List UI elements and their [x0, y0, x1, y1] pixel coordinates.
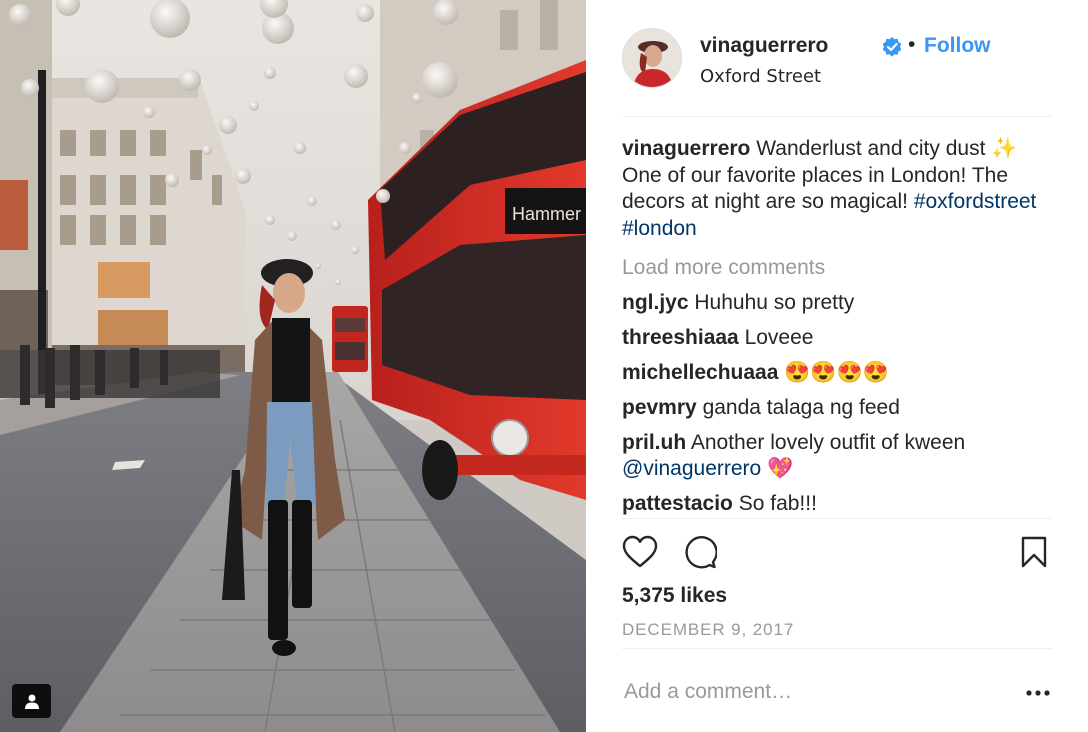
- hashtag-link[interactable]: #london: [622, 217, 697, 240]
- load-more-comments-button[interactable]: Load more comments: [622, 255, 1052, 281]
- comment-username[interactable]: pevmry: [622, 396, 697, 419]
- comment-username[interactable]: pattestacio: [622, 492, 733, 515]
- bus-destination-sign: Hammer: [512, 204, 581, 224]
- post-header: vinaguerrero • Follow Oxford Street: [622, 0, 1052, 117]
- mention-link[interactable]: @vinaguerrero: [622, 457, 761, 480]
- post-location[interactable]: Oxford Street: [700, 66, 821, 87]
- follow-button[interactable]: Follow: [924, 34, 991, 58]
- comment-item: pevmry ganda talaga ng feed: [622, 395, 1052, 421]
- hashtag-link[interactable]: #oxfordstreet: [914, 190, 1037, 213]
- comment-text: Huhuhu so pretty: [694, 291, 855, 314]
- more-options-icon[interactable]: [1026, 688, 1050, 698]
- post-side-panel: vinaguerrero • Follow Oxford Street vina…: [586, 0, 1088, 732]
- comment-username[interactable]: michellechuaaa: [622, 361, 778, 384]
- separator-dot: •: [908, 33, 916, 56]
- user-tag-icon[interactable]: [12, 684, 51, 718]
- comment-text: Another lovely outfit of kween: [690, 431, 966, 454]
- add-comment-input[interactable]: Add a comment…: [624, 680, 792, 704]
- likes-count[interactable]: 5,375 likes: [622, 584, 727, 608]
- street-scene-image: Hammer: [0, 0, 586, 732]
- avatar[interactable]: [622, 28, 682, 88]
- comment-item: ngl.jyc Huhuhu so pretty: [622, 290, 1052, 316]
- comment-text: So fab!!!: [738, 492, 817, 515]
- comment-icon[interactable]: [683, 535, 717, 569]
- comment-username[interactable]: pril.uh: [622, 431, 686, 454]
- comment-item: pril.uh Another lovely outfit of kween @…: [622, 430, 1052, 482]
- heart-icon[interactable]: [622, 535, 658, 569]
- comment-username[interactable]: ngl.jyc: [622, 291, 689, 314]
- post-photo[interactable]: Hammer: [0, 0, 586, 732]
- actions-divider: [622, 518, 1052, 519]
- comment-username[interactable]: threeshiaaa: [622, 326, 739, 349]
- post-date[interactable]: DECEMBER 9, 2017: [622, 620, 794, 640]
- comment-divider: [622, 648, 1052, 649]
- instagram-post: Hammer vinaguerrero • Follow Oxford Stre…: [0, 0, 1088, 732]
- post-username[interactable]: vinaguerrero: [700, 34, 828, 58]
- caption-username[interactable]: vinaguerrero: [622, 137, 750, 160]
- verified-badge-icon: [882, 37, 902, 57]
- comment-item: michellechuaaa 😍😍😍😍: [622, 360, 1052, 386]
- comment-text: Loveee: [744, 326, 814, 349]
- comments-section: vinaguerrero Wanderlust and city dust ✨ …: [622, 136, 1052, 518]
- comment-text: ganda talaga ng feed: [702, 396, 900, 419]
- comment-emoji: 💖: [767, 457, 794, 480]
- caption: vinaguerrero Wanderlust and city dust ✨ …: [622, 136, 1052, 242]
- bookmark-icon[interactable]: [1020, 536, 1048, 568]
- comment-item: pattestacio So fab!!!: [622, 491, 1052, 517]
- comment-text: 😍😍😍😍: [784, 361, 889, 384]
- comment-item: threeshiaaa Loveee: [622, 325, 1052, 351]
